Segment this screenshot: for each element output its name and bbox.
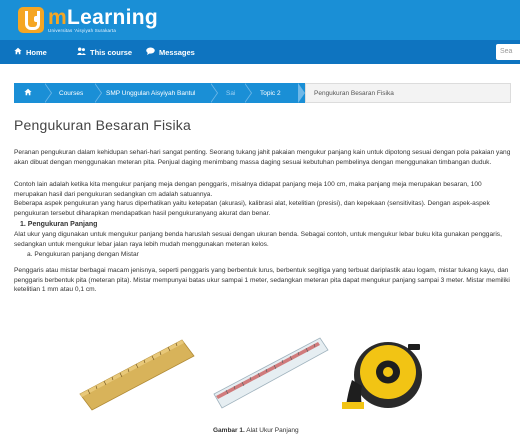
paragraph-length: Alat ukur yang digunakan untuk mengukur … bbox=[14, 231, 502, 248]
logo-subtitle: Universitas 'Aisyiyah Surakarta bbox=[48, 27, 117, 33]
nav-home-label: Home bbox=[26, 47, 47, 57]
subsection-ruler: a. Pengukuran panjang dengan Mistar bbox=[27, 251, 139, 258]
nav-messages[interactable]: Messages bbox=[146, 40, 195, 64]
plastic-ruler-image bbox=[213, 337, 329, 409]
figure-caption-label: Gambar 1. bbox=[213, 427, 245, 434]
breadcrumb-item-course-name[interactable]: SMP Unggulan Aisyiyah Bantul bbox=[106, 83, 196, 103]
course-icon bbox=[77, 47, 86, 57]
search-input[interactable]: Sea bbox=[496, 44, 520, 60]
paragraph-ruler: Penggaris atau mistar berbagai macam jen… bbox=[14, 267, 510, 293]
page-title: Pengukuran Besaran Fisika bbox=[14, 117, 191, 133]
nav-this-course-label: This course bbox=[90, 47, 133, 57]
home-icon bbox=[14, 47, 22, 57]
wooden-ruler-image bbox=[79, 339, 195, 411]
breadcrumb-separator-inner bbox=[94, 83, 101, 103]
tape-measure-image bbox=[340, 322, 432, 418]
breadcrumb-item-courses[interactable]: Courses bbox=[59, 83, 83, 103]
section-heading-length: 1. Pengukuran Panjang bbox=[20, 221, 98, 228]
figure-caption-text: Alat Ukur Panjang bbox=[246, 427, 299, 434]
breadcrumb-separator-inner bbox=[44, 83, 51, 103]
paragraph-intro: Peranan pengukuran dalam kehidupan sehar… bbox=[14, 149, 511, 166]
nav-home[interactable]: Home bbox=[14, 40, 47, 64]
figure-caption: Gambar 1. Alat Ukur Panjang bbox=[213, 427, 299, 434]
logo-text: mLearning Universitas 'Aisyiyah Surakart… bbox=[48, 7, 158, 34]
home-icon bbox=[24, 88, 32, 98]
breadcrumb-separator-inner bbox=[244, 83, 251, 103]
logo-mark-icon bbox=[18, 7, 44, 33]
logo-wordmark: mLearning bbox=[48, 5, 159, 29]
breadcrumb-item-topic[interactable]: Topic 2 bbox=[260, 83, 281, 103]
paragraph-example: Contoh lain adalah ketika kita mengukur … bbox=[14, 181, 482, 198]
chat-icon bbox=[146, 47, 155, 57]
breadcrumb: Courses SMP Unggulan Aisyiyah Bantul Sai… bbox=[14, 83, 511, 103]
nav-messages-label: Messages bbox=[159, 47, 195, 57]
paragraph-aspects: Beberapa aspek pengukuran yang harus dip… bbox=[14, 200, 490, 217]
breadcrumb-separator bbox=[298, 83, 305, 103]
breadcrumb-item-section[interactable]: Sai bbox=[226, 83, 235, 103]
main-navbar: Home This course Messages Sea bbox=[0, 40, 520, 64]
site-logo[interactable]: mLearning Universitas 'Aisyiyah Surakart… bbox=[18, 4, 158, 36]
site-header: mLearning Universitas 'Aisyiyah Surakart… bbox=[0, 0, 520, 40]
breadcrumb-separator-inner bbox=[210, 83, 217, 103]
nav-this-course[interactable]: This course bbox=[77, 40, 132, 64]
breadcrumb-current: Pengukuran Besaran Fisika bbox=[305, 83, 511, 103]
breadcrumb-home[interactable] bbox=[24, 83, 32, 103]
